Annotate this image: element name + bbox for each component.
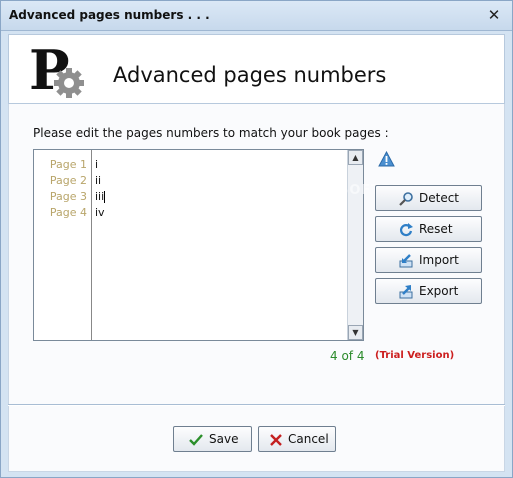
page-number-value: i bbox=[95, 158, 99, 171]
cancel-button[interactable]: Cancel bbox=[258, 426, 336, 452]
reset-button[interactable]: Reset bbox=[375, 216, 482, 242]
dialog-header: P Advanced pages numbers bbox=[8, 34, 505, 104]
detect-label: Detect bbox=[419, 191, 460, 205]
save-label: Save bbox=[209, 432, 239, 446]
refresh-icon bbox=[399, 223, 413, 237]
reset-label: Reset bbox=[419, 222, 453, 236]
cancel-label: Cancel bbox=[288, 432, 329, 446]
cross-icon bbox=[270, 434, 282, 446]
page-label: Page 3 bbox=[49, 190, 87, 203]
footer-panel bbox=[8, 406, 505, 472]
page-counter: 4 of 4 bbox=[330, 349, 365, 363]
page-label-gutter: Page 1 Page 2 Page 3 Page 4 bbox=[34, 150, 92, 340]
instruction-text: Please edit the pages numbers to match y… bbox=[33, 126, 389, 140]
title-bar[interactable]: Advanced pages numbers . . . ✕ bbox=[1, 1, 512, 31]
page-number-value: iv bbox=[95, 206, 105, 219]
dialog-window: Advanced pages numbers . . . ✕ P Advance… bbox=[0, 0, 513, 478]
checkmark-icon bbox=[189, 434, 203, 446]
page-label: Page 2 bbox=[49, 174, 87, 187]
page-numbers-textarea[interactable]: i ii iii iv bbox=[94, 150, 348, 340]
magnifier-icon bbox=[399, 192, 413, 206]
save-button[interactable]: Save bbox=[173, 426, 252, 452]
page-number-value: ii bbox=[95, 174, 102, 187]
page-number-line[interactable]: iii bbox=[94, 189, 348, 205]
page-label: Page 4 bbox=[49, 206, 87, 219]
import-icon bbox=[399, 254, 413, 268]
page-numbers-editor[interactable]: Page 1 Page 2 Page 3 Page 4 i ii iii iv … bbox=[33, 149, 364, 341]
page-number-line[interactable]: i bbox=[94, 157, 348, 173]
page-number-line[interactable]: ii bbox=[94, 173, 348, 189]
export-label: Export bbox=[419, 284, 459, 298]
detect-button[interactable]: Detect bbox=[375, 185, 482, 211]
export-button[interactable]: Export bbox=[375, 278, 482, 304]
page-label: Page 1 bbox=[49, 158, 87, 171]
text-caret bbox=[104, 191, 106, 203]
header-title: Advanced pages numbers bbox=[113, 63, 387, 87]
page-number-line[interactable]: iv bbox=[94, 205, 348, 221]
page-number-value: iii bbox=[95, 190, 105, 203]
scroll-down-button[interactable]: ▼ bbox=[348, 325, 363, 340]
export-icon bbox=[399, 285, 413, 299]
import-label: Import bbox=[419, 253, 459, 267]
scroll-up-button[interactable]: ▲ bbox=[348, 150, 363, 165]
import-button[interactable]: Import bbox=[375, 247, 482, 273]
trial-version-badge: (Trial Version) bbox=[375, 350, 455, 361]
warning-icon bbox=[378, 151, 395, 167]
window-title: Advanced pages numbers . . . bbox=[9, 8, 210, 22]
vertical-scrollbar[interactable]: ▲ ▼ bbox=[347, 150, 363, 340]
close-icon[interactable]: ✕ bbox=[486, 7, 502, 23]
p-gear-logo: P bbox=[29, 39, 84, 99]
